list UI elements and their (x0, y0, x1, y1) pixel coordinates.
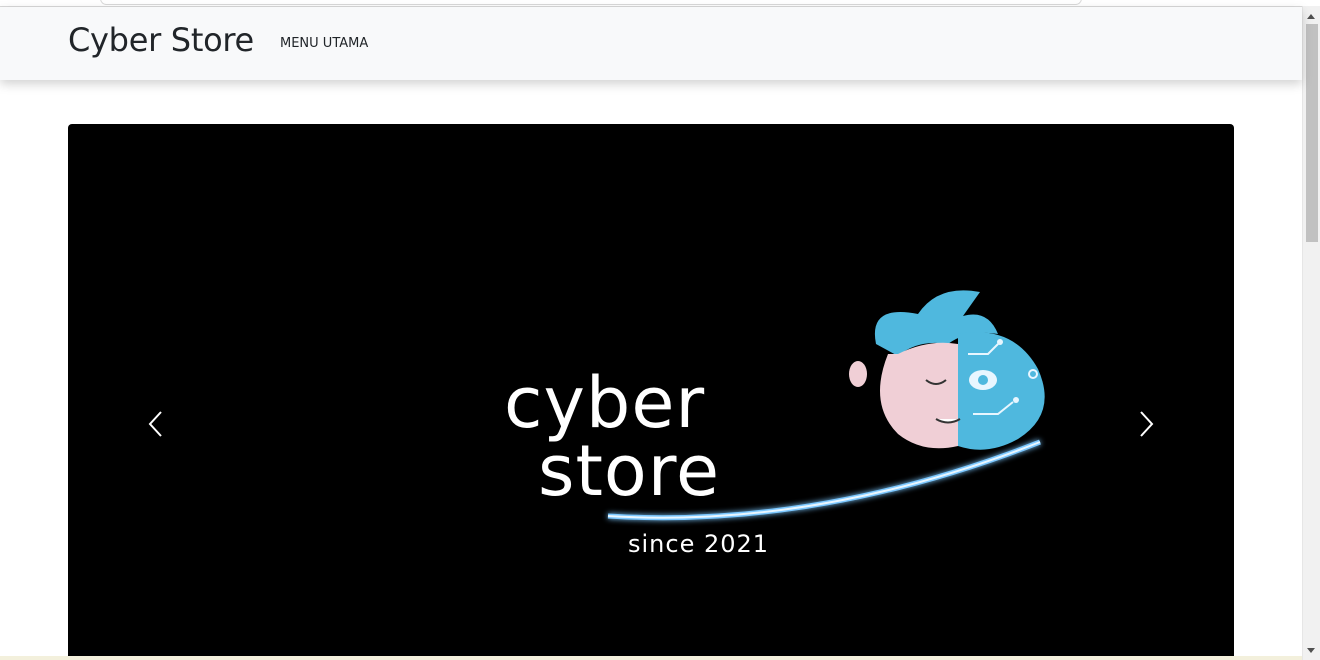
mascot-logo-icon (849, 290, 1045, 450)
chevron-left-icon (148, 411, 162, 437)
hero-carousel: cyber store since 2021 (68, 124, 1234, 660)
carousel-prev-button[interactable] (141, 404, 171, 444)
bottom-edge (0, 656, 1302, 660)
chevron-right-icon (1140, 411, 1154, 437)
nav-link-menu-utama[interactable]: MENU UTAMA (280, 36, 368, 51)
scroll-down-icon[interactable] (1307, 648, 1315, 653)
navbar-brand[interactable]: Cyber Store (68, 21, 254, 59)
vertical-scrollbar[interactable] (1302, 6, 1320, 660)
navbar: Cyber Store MENU UTAMA (0, 7, 1302, 80)
browser-top-strip (0, 0, 1302, 7)
scroll-thumb[interactable] (1306, 24, 1318, 242)
scroll-up-icon[interactable] (1307, 14, 1315, 19)
logo-tagline: since 2021 (628, 530, 770, 558)
carousel-next-button[interactable] (1131, 404, 1161, 444)
logo-text-cyber: cyber (504, 362, 706, 444)
page: Cyber Store MENU UTAMA cyber store since… (0, 0, 1320, 660)
browser-address-edge (100, 0, 1082, 5)
logo-text-store: store (538, 430, 721, 512)
